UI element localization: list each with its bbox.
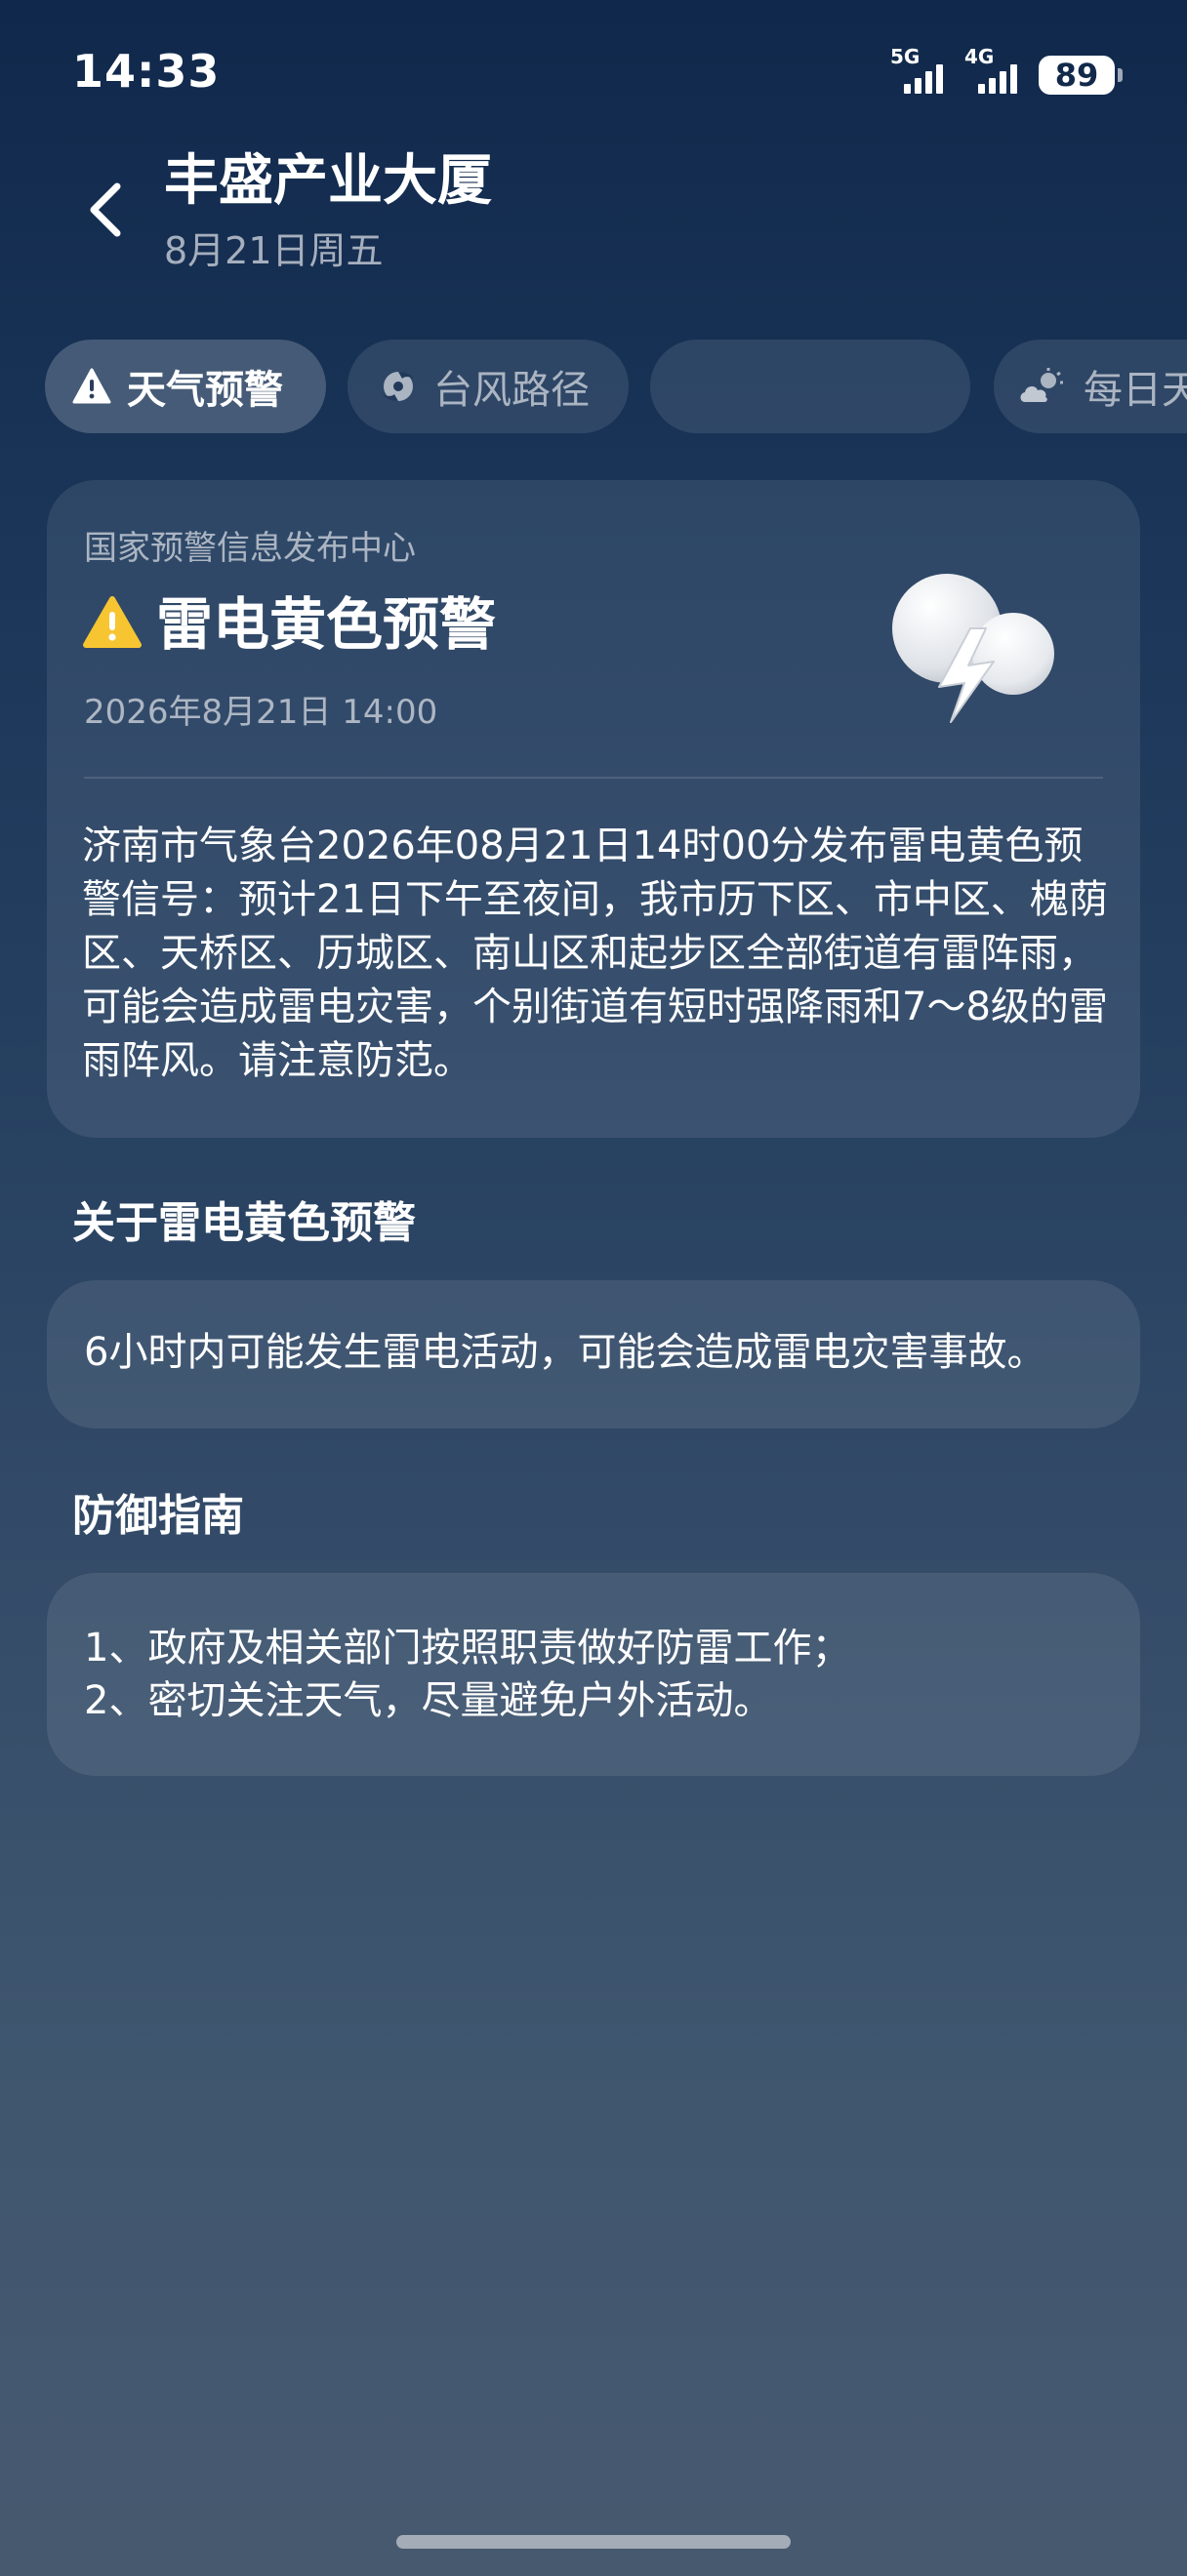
tab-blank[interactable] — [650, 340, 970, 433]
guide-heading: 防御指南 — [72, 1491, 244, 1541]
warning-description: 济南市气象台2026年08月21日14时00分发布雷电黄色预警信号：预计21日下… — [82, 824, 1108, 1083]
tab-weather-warning[interactable]: 天气预警 — [45, 340, 326, 433]
signal-4g-icon: 4G — [964, 47, 1025, 98]
warning-title-row: 雷电黄色预警 — [82, 587, 496, 662]
about-card: 6小时内可能发生雷电活动，可能会造成雷电灾害事故。 — [47, 1280, 1140, 1429]
tab-label: 天气预警 — [127, 368, 283, 413]
tab-daily-weather[interactable]: 每日天 — [994, 340, 1187, 433]
divider — [84, 777, 1103, 779]
network-4g-label: 4G — [964, 45, 995, 68]
page-title: 丰盛产业大厦 — [164, 149, 492, 213]
about-text: 6小时内可能发生雷电活动，可能会造成雷电灾害事故。 — [84, 1330, 1046, 1375]
status-icons: 5G 4G 89 — [890, 47, 1123, 100]
status-time: 14:33 — [72, 45, 221, 98]
warning-triangle-icon — [72, 368, 111, 405]
home-indicator[interactable] — [396, 2535, 791, 2549]
tab-typhoon-path[interactable]: 台风路径 — [348, 340, 629, 433]
tab-label: 每日天 — [1084, 368, 1187, 413]
back-button[interactable] — [76, 176, 135, 244]
warning-title: 雷电黄色预警 — [156, 591, 497, 658]
chevron-left-icon — [90, 182, 121, 237]
page-subtitle: 8月21日周五 — [164, 229, 384, 272]
warning-time: 2026年8月21日 14:00 — [84, 693, 438, 732]
warning-issuer: 国家预警信息发布中心 — [84, 529, 416, 568]
battery-icon: 89 — [1039, 56, 1123, 95]
battery-level: 89 — [1054, 57, 1099, 94]
warning-card: 国家预警信息发布中心 雷电黄色预警 2026年8月21日 14:00 济南市气象… — [47, 480, 1140, 1138]
guide-item: 2、密切关注天气，尽量避免户外活动。 — [84, 1678, 773, 1723]
tab-bar: 天气预警 台风路径 每日天 — [45, 340, 1187, 433]
network-5g-label: 5G — [890, 45, 921, 68]
yellow-warning-icon — [82, 595, 143, 654]
status-bar: 14:33 5G 4G 89 — [0, 0, 1187, 146]
typhoon-icon — [379, 367, 418, 406]
guide-item: 1、政府及相关部门按照职责做好防雷工作； — [84, 1626, 851, 1670]
guide-card: 1、政府及相关部门按照职责做好防雷工作； 2、密切关注天气，尽量避免户外活动。 — [47, 1573, 1140, 1776]
about-heading: 关于雷电黄色预警 — [72, 1198, 416, 1248]
thunderstorm-icon — [892, 574, 1054, 723]
guide-list: 1、政府及相关部门按照职责做好防雷工作； 2、密切关注天气，尽量避免户外活动。 — [84, 1622, 850, 1727]
sun-cloud-icon — [1017, 367, 1068, 406]
tab-label: 台风路径 — [433, 368, 590, 413]
signal-5g-icon: 5G — [890, 47, 951, 98]
